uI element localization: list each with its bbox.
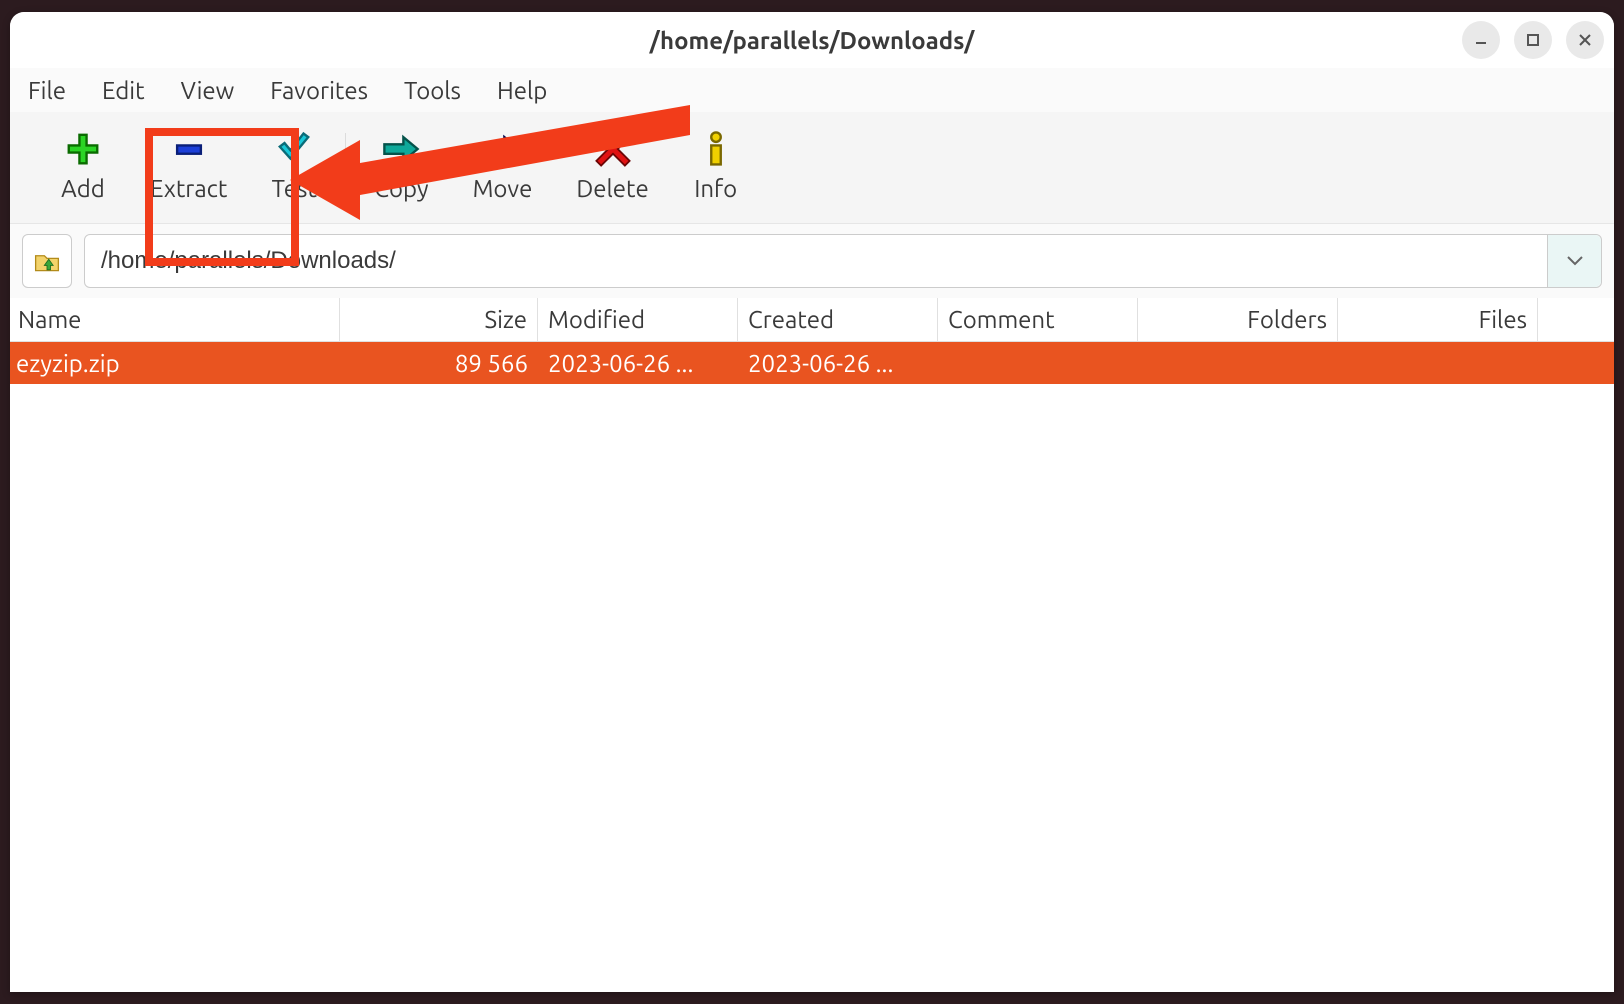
cell-size: 89 566 — [340, 342, 538, 384]
menubar: File Edit View Favorites Tools Help — [10, 68, 1614, 112]
pathbar — [10, 224, 1614, 298]
col-files[interactable]: Files — [1338, 298, 1538, 341]
close-button[interactable] — [1566, 21, 1604, 59]
window-title: /home/parallels/Downloads/ — [650, 27, 975, 54]
delete-label: Delete — [576, 175, 648, 202]
move-label: Move — [473, 175, 533, 202]
info-icon — [697, 133, 735, 165]
col-modified[interactable]: Modified — [538, 298, 738, 341]
path-combobox[interactable] — [84, 234, 1602, 288]
copy-button[interactable]: Copy — [352, 125, 450, 210]
test-button[interactable]: Test — [249, 125, 339, 210]
x-icon — [594, 133, 632, 165]
info-button[interactable]: Info — [671, 125, 761, 210]
delete-button[interactable]: Delete — [554, 125, 670, 210]
add-button[interactable]: Add — [38, 125, 128, 210]
menu-help[interactable]: Help — [497, 77, 547, 104]
menu-view[interactable]: View — [181, 77, 235, 104]
toolbar-separator — [345, 133, 346, 203]
window-controls — [1462, 21, 1604, 59]
extract-button[interactable]: Extract — [128, 125, 249, 210]
cell-files — [1338, 342, 1538, 384]
path-input[interactable] — [85, 247, 1547, 275]
maximize-icon — [1525, 32, 1541, 48]
move-button[interactable]: Move — [451, 125, 555, 210]
up-button[interactable] — [22, 234, 72, 288]
minus-icon — [170, 133, 208, 165]
chevron-down-icon — [1567, 256, 1583, 266]
arrow-right-blue-icon — [483, 133, 521, 165]
menu-file[interactable]: File — [28, 77, 66, 104]
path-dropdown-button[interactable] — [1547, 235, 1601, 287]
check-icon — [275, 133, 313, 165]
minimize-button[interactable] — [1462, 21, 1500, 59]
table-row[interactable]: ezyzip.zip 89 566 2023-06-26 ... 2023-06… — [10, 342, 1614, 384]
folder-up-icon — [33, 247, 61, 275]
test-label: Test — [272, 175, 317, 202]
menu-tools[interactable]: Tools — [404, 77, 461, 104]
close-icon — [1577, 32, 1593, 48]
col-folders[interactable]: Folders — [1138, 298, 1338, 341]
cell-folders — [1138, 342, 1338, 384]
menu-edit[interactable]: Edit — [102, 77, 145, 104]
col-created[interactable]: Created — [738, 298, 938, 341]
titlebar: /home/parallels/Downloads/ — [10, 12, 1614, 68]
info-label: Info — [694, 175, 737, 202]
col-size[interactable]: Size — [340, 298, 538, 341]
table-body: ezyzip.zip 89 566 2023-06-26 ... 2023-06… — [10, 342, 1614, 992]
app-window: /home/parallels/Downloads/ File Edit Vie… — [10, 12, 1614, 992]
cell-modified: 2023-06-26 ... — [538, 342, 738, 384]
minimize-icon — [1473, 32, 1489, 48]
file-table: Name Size Modified Created Comment Folde… — [10, 298, 1614, 992]
extract-label: Extract — [150, 175, 227, 202]
col-name[interactable]: Name — [10, 298, 340, 341]
col-comment[interactable]: Comment — [938, 298, 1138, 341]
menu-favorites[interactable]: Favorites — [270, 77, 368, 104]
cell-created: 2023-06-26 ... — [738, 342, 938, 384]
toolbar: Add Extract Test Copy Move — [10, 112, 1614, 224]
table-header: Name Size Modified Created Comment Folde… — [10, 298, 1614, 342]
plus-icon — [64, 133, 102, 165]
cell-comment — [938, 342, 1138, 384]
cell-name: ezyzip.zip — [10, 342, 340, 384]
arrow-right-teal-icon — [382, 133, 420, 165]
maximize-button[interactable] — [1514, 21, 1552, 59]
add-label: Add — [61, 175, 105, 202]
copy-label: Copy — [374, 175, 428, 202]
